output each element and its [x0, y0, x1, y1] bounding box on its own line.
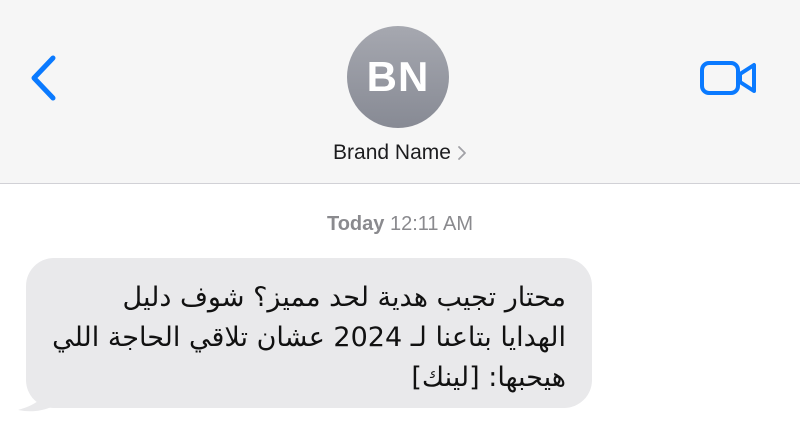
- conversation-header: BN Brand Name: [0, 0, 800, 184]
- chevron-right-icon: [458, 146, 466, 160]
- incoming-message[interactable]: محتار تجيب هدية لحد مميز؟ شوف دليل الهدا…: [14, 258, 604, 418]
- contact-avatar[interactable]: BN: [347, 26, 449, 128]
- contact-name-button[interactable]: Brand Name: [0, 141, 800, 165]
- message-bubble: محتار تجيب هدية لحد مميز؟ شوف دليل الهدا…: [26, 258, 592, 408]
- facetime-video-button[interactable]: [698, 55, 760, 101]
- chevron-left-icon: [31, 55, 56, 101]
- message-text: محتار تجيب هدية لحد مميز؟ شوف دليل الهدا…: [52, 282, 566, 393]
- messages-screen: BN Brand Name Today 12:11 AM محتار تجيب …: [0, 0, 800, 440]
- video-camera-icon: [700, 61, 756, 95]
- avatar-initials: BN: [366, 53, 430, 100]
- contact-name: Brand Name: [333, 141, 451, 164]
- timestamp-day: Today: [326, 213, 385, 235]
- timestamp-time: 12:11 AM: [389, 213, 473, 235]
- back-button[interactable]: [22, 52, 66, 104]
- message-timestamp: Today 12:11 AM: [0, 213, 800, 236]
